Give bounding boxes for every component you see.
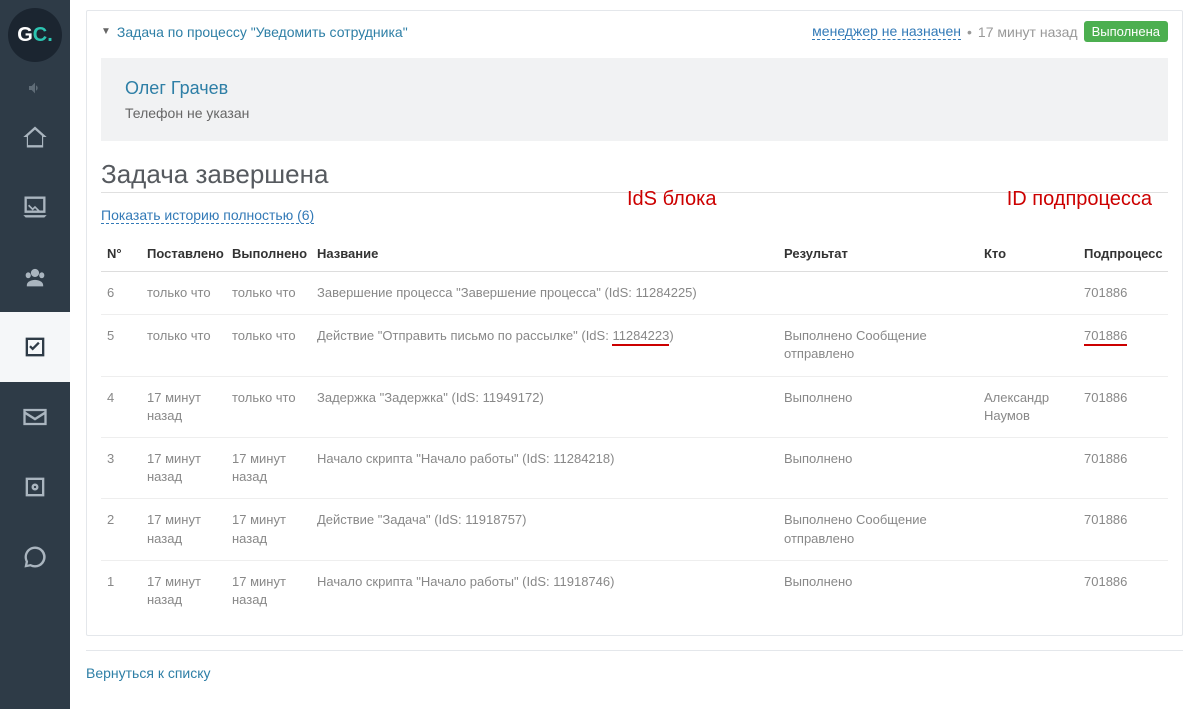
nav-users-icon[interactable]: [0, 242, 70, 312]
table-cell: [978, 272, 1078, 315]
nav-mail-icon[interactable]: [0, 382, 70, 452]
table-cell: только что: [226, 376, 311, 437]
history-link[interactable]: Показать историю полностью (6): [101, 207, 314, 224]
table-cell: Выполнено Сообщение отправлено: [778, 499, 978, 560]
status-badge: Выполнена: [1084, 21, 1168, 42]
table-cell: [978, 315, 1078, 376]
col-sub: Подпроцесс: [1078, 236, 1168, 272]
divider: [86, 650, 1183, 651]
table-cell: только что: [141, 315, 226, 376]
user-phone: Телефон не указан: [125, 105, 1144, 121]
table-cell: Александр Наумов: [978, 376, 1078, 437]
table-cell: 1: [101, 560, 141, 621]
table-cell: 6: [101, 272, 141, 315]
table-row: 5только чтотолько чтоДействие "Отправить…: [101, 315, 1168, 376]
sep: •: [967, 24, 972, 40]
table-cell: 701886: [1078, 499, 1168, 560]
table-cell: [978, 499, 1078, 560]
caret-icon[interactable]: ▼: [101, 26, 111, 37]
table-cell: [978, 437, 1078, 498]
logo-dot: .: [47, 24, 53, 47]
table-cell: только что: [141, 272, 226, 315]
table-cell: Выполнено: [778, 376, 978, 437]
table-cell: 5: [101, 315, 141, 376]
col-no: N°: [101, 236, 141, 272]
table-cell: [978, 560, 1078, 621]
manager-link[interactable]: менеджер не назначен: [812, 23, 961, 40]
table-row: 317 минут назад17 минут назадНачало скри…: [101, 437, 1168, 498]
user-block: Олег Грачев Телефон не указан: [101, 58, 1168, 141]
logo-c: C: [33, 24, 47, 47]
table-cell: 701886: [1078, 560, 1168, 621]
col-created: Поставлено: [141, 236, 226, 272]
table-wrap: IdS блока ID подпроцесса N° Поставлено В…: [87, 236, 1182, 635]
table-cell: 4: [101, 376, 141, 437]
table-cell: 17 минут назад: [141, 560, 226, 621]
table-cell: Выполнено: [778, 560, 978, 621]
nav-sound-icon[interactable]: [0, 74, 70, 102]
history-table: N° Поставлено Выполнено Название Результ…: [101, 236, 1168, 621]
table-cell: 701886: [1078, 315, 1168, 376]
table-cell: 17 минут назад: [141, 499, 226, 560]
table-cell: 17 минут назад: [141, 437, 226, 498]
table-cell: 701886: [1078, 272, 1168, 315]
table-cell: 17 минут назад: [226, 499, 311, 560]
table-cell: 3: [101, 437, 141, 498]
table-row: 417 минут назадтолько чтоЗадержка "Задер…: [101, 376, 1168, 437]
nav-chart-icon[interactable]: [0, 172, 70, 242]
main-content: ▼ Задача по процессу "Уведомить сотрудни…: [70, 0, 1199, 709]
header-right: менеджер не назначен • 17 минут назад Вы…: [812, 21, 1168, 42]
nav-tasks-icon[interactable]: [0, 312, 70, 382]
col-result: Результат: [778, 236, 978, 272]
table-cell: Завершение процесса "Завершение процесса…: [311, 272, 778, 315]
table-cell: Выполнено: [778, 437, 978, 498]
table-cell: [778, 272, 978, 315]
sidebar: GC.: [0, 0, 70, 709]
logo[interactable]: GC.: [8, 8, 62, 62]
table-cell: только что: [226, 272, 311, 315]
table-cell: Действие "Отправить письмо по рассылке" …: [311, 315, 778, 376]
table-row: 117 минут назад17 минут назадНачало скри…: [101, 560, 1168, 621]
nav-settings-icon[interactable]: [0, 452, 70, 522]
table-cell: Задержка "Задержка" (IdS: 11949172): [311, 376, 778, 437]
table-cell: 17 минут назад: [226, 560, 311, 621]
back-link[interactable]: Вернуться к списку: [86, 665, 1183, 681]
nav-home-icon[interactable]: [0, 102, 70, 172]
table-cell: Действие "Задача" (IdS: 11918757): [311, 499, 778, 560]
col-who: Кто: [978, 236, 1078, 272]
logo-g: G: [17, 24, 33, 47]
col-done: Выполнено: [226, 236, 311, 272]
table-cell: Начало скрипта "Начало работы" (IdS: 112…: [311, 437, 778, 498]
user-name[interactable]: Олег Грачев: [125, 78, 1144, 99]
time-ago: 17 минут назад: [978, 24, 1078, 40]
table-cell: 701886: [1078, 437, 1168, 498]
card-header: ▼ Задача по процессу "Уведомить сотрудни…: [87, 11, 1182, 52]
section-title: Задача завершена: [101, 159, 1168, 193]
table-cell: 17 минут назад: [226, 437, 311, 498]
task-title[interactable]: Задача по процессу "Уведомить сотрудника…: [117, 24, 408, 40]
task-card: ▼ Задача по процессу "Уведомить сотрудни…: [86, 10, 1183, 636]
table-cell: только что: [226, 315, 311, 376]
nav-chat-icon[interactable]: [0, 522, 70, 592]
col-name: Название: [311, 236, 778, 272]
table-cell: Начало скрипта "Начало работы" (IdS: 119…: [311, 560, 778, 621]
table-row: 217 минут назад17 минут назадДействие "З…: [101, 499, 1168, 560]
table-row: 6только чтотолько чтоЗавершение процесса…: [101, 272, 1168, 315]
table-cell: 17 минут назад: [141, 376, 226, 437]
table-cell: 2: [101, 499, 141, 560]
table-cell: 701886: [1078, 376, 1168, 437]
table-cell: Выполнено Сообщение отправлено: [778, 315, 978, 376]
